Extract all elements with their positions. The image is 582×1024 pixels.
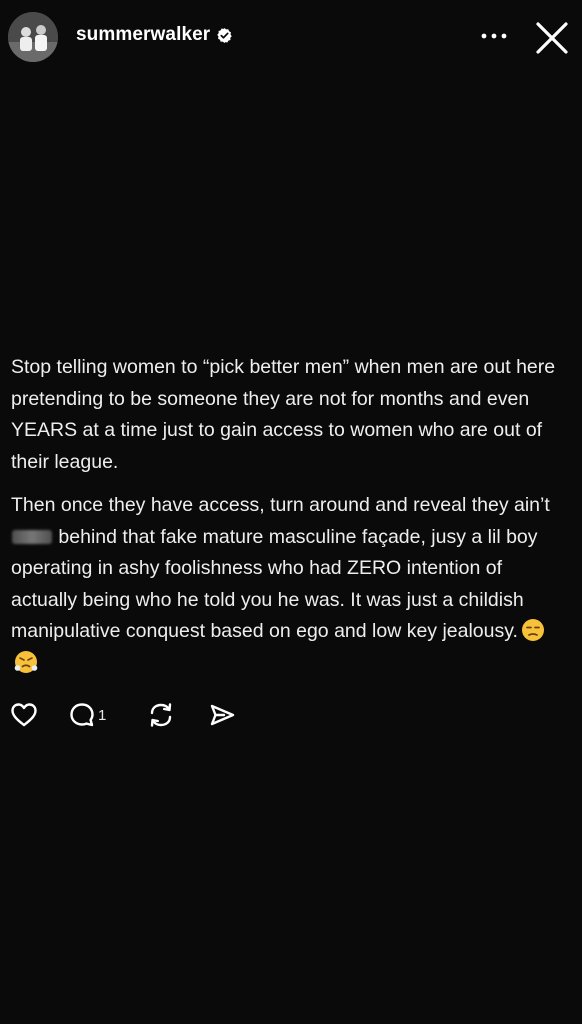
repost-icon bbox=[150, 703, 172, 727]
more-dots-icon bbox=[481, 33, 507, 39]
close-icon bbox=[536, 22, 568, 54]
post-text-part: behind that fake mature masculine façade… bbox=[11, 525, 538, 643]
heart-icon bbox=[11, 703, 37, 727]
repost-button[interactable] bbox=[146, 701, 208, 729]
username-row: summerwalker bbox=[76, 24, 233, 46]
username[interactable]: summerwalker bbox=[76, 24, 210, 46]
post-paragraph-1: Stop telling women to “pick better men” … bbox=[11, 356, 556, 473]
like-button[interactable] bbox=[10, 702, 68, 728]
avatar[interactable] bbox=[8, 12, 58, 62]
post-header: summerwalker bbox=[0, 0, 582, 74]
reply-count: 1 bbox=[98, 706, 107, 724]
reply-button[interactable]: 1 bbox=[68, 701, 146, 729]
more-options-button[interactable] bbox=[474, 24, 514, 48]
face-with-steam-emoji-icon bbox=[14, 650, 38, 674]
comment-icon bbox=[70, 703, 94, 727]
censored-word: shit bbox=[12, 530, 52, 545]
share-button[interactable] bbox=[208, 702, 248, 728]
verified-badge-icon bbox=[216, 27, 233, 44]
post-actions: 1 bbox=[10, 700, 248, 730]
post-paragraph-2: Then once they have access, turn around … bbox=[11, 490, 571, 679]
post-text-part: Then once they have access, turn around … bbox=[11, 494, 550, 516]
close-button[interactable] bbox=[532, 18, 572, 58]
send-icon bbox=[210, 704, 235, 726]
post-body: Stop telling women to “pick better men” … bbox=[11, 352, 571, 691]
unamused-face-emoji-icon bbox=[521, 618, 545, 642]
